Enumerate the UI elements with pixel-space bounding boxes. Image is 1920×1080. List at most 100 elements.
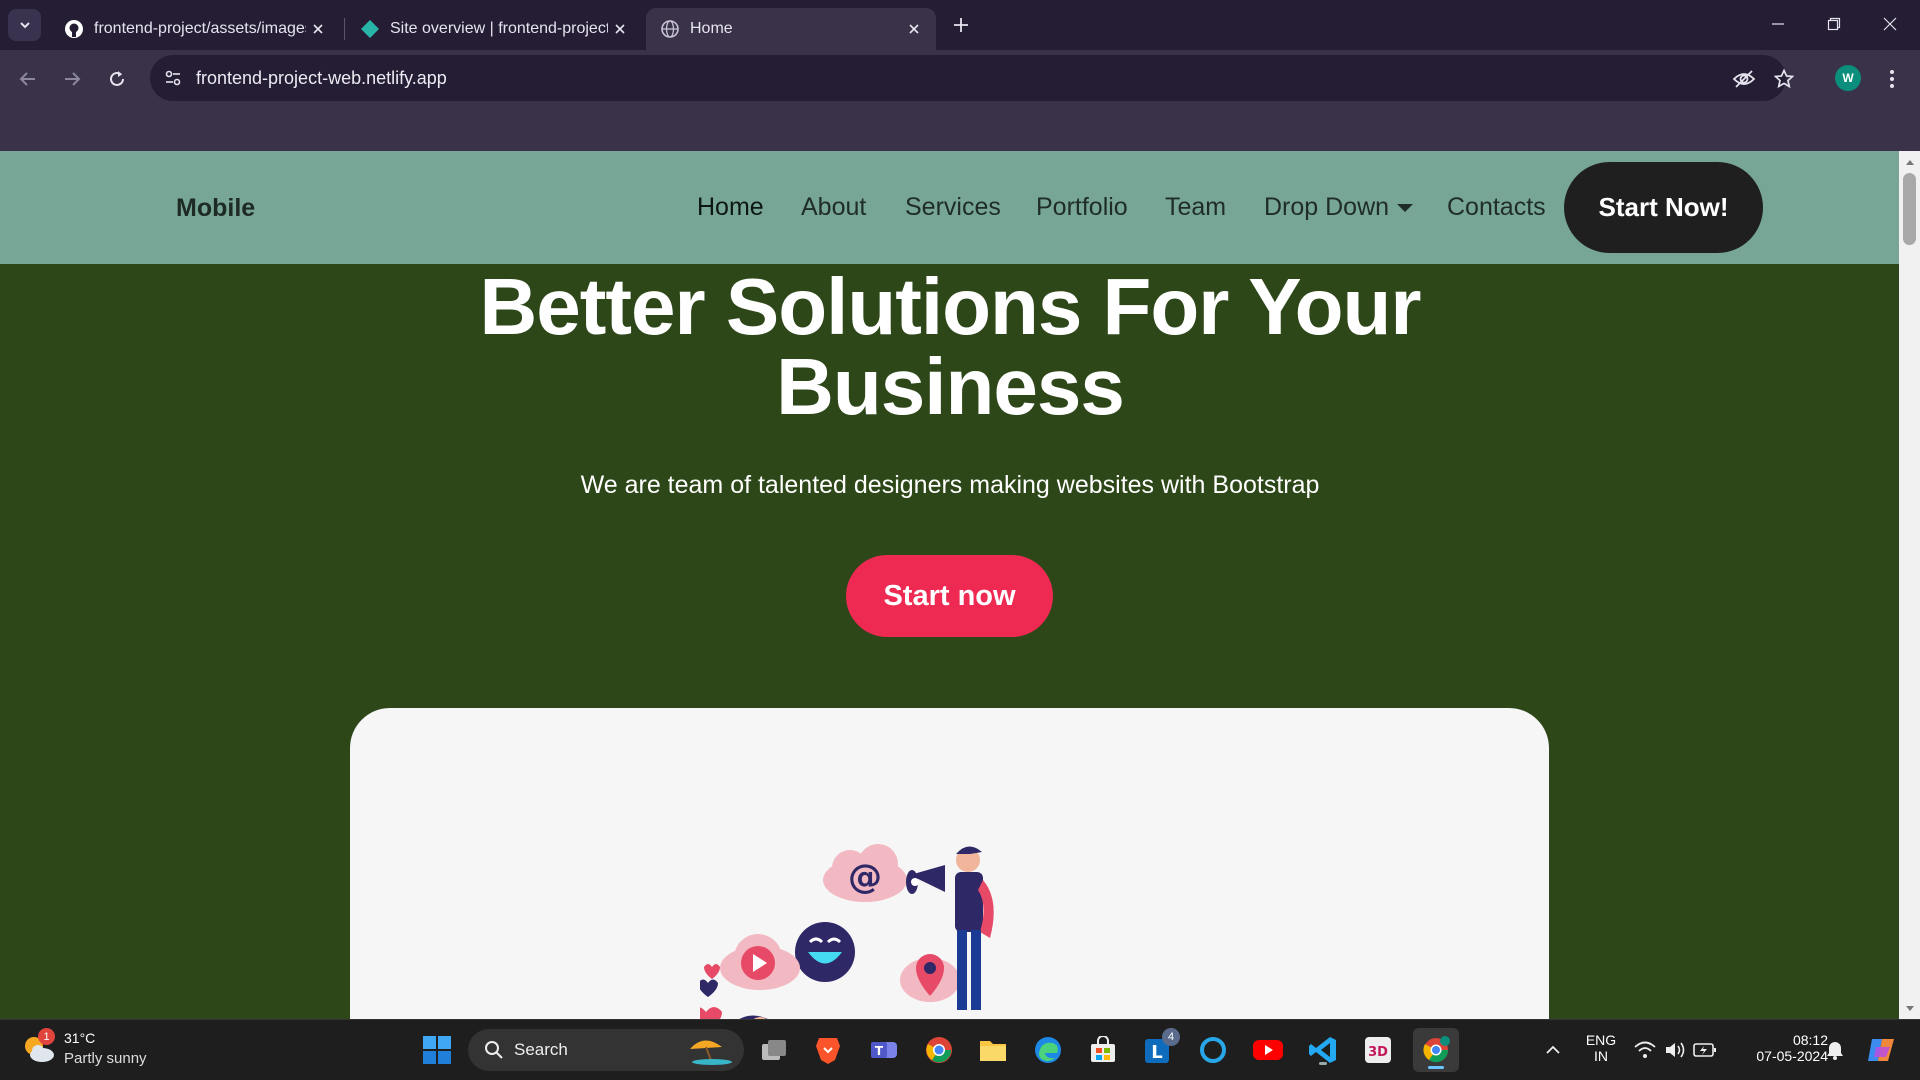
- youtube-icon[interactable]: [1250, 1032, 1286, 1068]
- svg-text:3D: 3D: [1368, 1045, 1388, 1060]
- address-bar[interactable]: frontend-project-web.netlify.app: [150, 55, 1794, 101]
- teams-icon[interactable]: T: [866, 1032, 902, 1068]
- tab-github[interactable]: frontend-project/assets/images: [50, 8, 340, 50]
- taskbar-search[interactable]: Search: [468, 1029, 744, 1071]
- chrome-icon[interactable]: [921, 1032, 957, 1068]
- weather-temp: 31°C: [64, 1030, 96, 1046]
- outlook-icon[interactable]: L 4: [1140, 1028, 1180, 1068]
- battery-icon[interactable]: [1690, 1032, 1720, 1068]
- close-icon: [1883, 17, 1897, 31]
- clock[interactable]: 08:12 07-05-2024: [1728, 1032, 1828, 1064]
- location-pin-icon: [900, 954, 960, 1002]
- notification-bell-icon[interactable]: [1820, 1032, 1850, 1068]
- nav-about[interactable]: About: [801, 193, 866, 222]
- restore-icon: [1827, 17, 1841, 31]
- tab-netlify[interactable]: Site overview | frontend-project: [346, 8, 642, 50]
- nav-dropdown[interactable]: Drop Down: [1264, 193, 1414, 222]
- profile-avatar[interactable]: W: [1835, 65, 1861, 91]
- minimize-icon: [1772, 23, 1784, 25]
- scroll-up-icon[interactable]: [1899, 153, 1920, 170]
- windows-taskbar: 1 31°C Partly sunny Search T L 4 3D ENG …: [0, 1019, 1920, 1080]
- scroll-down-icon[interactable]: [1899, 1000, 1920, 1017]
- arrow-right-icon: [65, 72, 81, 86]
- github-icon: [65, 20, 83, 38]
- site-header: Mobile Home About Services Portfolio Tea…: [0, 151, 1899, 264]
- nav-contacts[interactable]: Contacts: [1447, 193, 1546, 222]
- tab-home[interactable]: Home: [646, 8, 936, 50]
- scrollbar-thumb[interactable]: [1903, 173, 1916, 245]
- tab-title: Home: [690, 20, 733, 37]
- new-tab-button[interactable]: [948, 12, 974, 38]
- plus-icon: [954, 18, 968, 32]
- wifi-icon[interactable]: [1630, 1032, 1660, 1068]
- hero-title-line1: Better Solutions For Your: [479, 262, 1422, 351]
- language-indicator[interactable]: ENG IN: [1576, 1032, 1626, 1064]
- start-button[interactable]: [419, 1032, 455, 1068]
- language-line1: ENG: [1585, 1032, 1617, 1048]
- volume-icon[interactable]: [1660, 1032, 1690, 1068]
- arrow-left-icon: [19, 72, 35, 86]
- nav-team[interactable]: Team: [1165, 193, 1226, 222]
- outlook-badge: 4: [1162, 1028, 1180, 1046]
- hero-image-card: @: [350, 708, 1549, 1019]
- search-icon: [485, 1041, 503, 1059]
- start-now-hero-button[interactable]: Start now: [846, 555, 1053, 637]
- 3d-app-icon[interactable]: 3D: [1360, 1032, 1396, 1068]
- nav-services[interactable]: Services: [905, 193, 1001, 222]
- tab-search-button[interactable]: [8, 9, 41, 41]
- tab-title: frontend-project/assets/images: [94, 20, 306, 37]
- vscode-icon[interactable]: [1305, 1032, 1341, 1068]
- tab-strip: frontend-project/assets/images Site over…: [0, 0, 1920, 50]
- clock-time: 08:12: [1792, 1032, 1828, 1048]
- page-viewport: Mobile Home About Services Portfolio Tea…: [0, 151, 1899, 1019]
- close-icon[interactable]: [902, 17, 926, 41]
- browser-toolbar: frontend-project-web.netlify.app W: [0, 50, 1920, 108]
- netlify-icon: [361, 20, 379, 38]
- taskbar-search-label: Search: [514, 1040, 568, 1059]
- bookmark-bar: [0, 108, 1920, 151]
- edge-icon[interactable]: [1030, 1032, 1066, 1068]
- menu-kebab-icon[interactable]: [1880, 64, 1904, 94]
- tracking-blocked-icon[interactable]: [1730, 65, 1758, 93]
- tab-title: Site overview | frontend-project: [390, 20, 608, 37]
- hero-title: Better Solutions For Your Business: [400, 267, 1500, 427]
- reload-button[interactable]: [101, 63, 133, 95]
- chrome-profile-icon[interactable]: [1413, 1028, 1459, 1072]
- chevron-down-icon: [19, 22, 30, 29]
- file-explorer-icon[interactable]: [975, 1032, 1011, 1068]
- close-window-button[interactable]: [1862, 0, 1918, 48]
- close-icon[interactable]: [306, 17, 330, 41]
- minimize-button[interactable]: [1750, 0, 1806, 48]
- microsoft-store-icon[interactable]: [1085, 1032, 1121, 1068]
- nav-portfolio[interactable]: Portfolio: [1036, 193, 1128, 222]
- brave-browser-icon[interactable]: [810, 1032, 846, 1068]
- hearts-icon: [700, 964, 722, 1019]
- marketing-illustration: @: [700, 844, 994, 1019]
- task-view-icon[interactable]: [756, 1032, 792, 1068]
- windows-logo-icon: [423, 1036, 451, 1064]
- smile-emoji-icon: [795, 922, 855, 982]
- show-hidden-icons-chevron-icon[interactable]: [1535, 1032, 1571, 1068]
- active-indicator: [1428, 1066, 1444, 1069]
- start-now-nav-button[interactable]: Start Now!: [1564, 162, 1763, 253]
- bookmark-star-icon[interactable]: [1770, 65, 1798, 93]
- nav-home[interactable]: Home: [697, 193, 764, 222]
- clock-date: 07-05-2024: [1756, 1048, 1828, 1064]
- forward-button[interactable]: [56, 63, 88, 95]
- caret-down-icon: [1397, 204, 1414, 213]
- site-info-icon[interactable]: [160, 65, 186, 91]
- back-button[interactable]: [12, 63, 44, 95]
- hero-subtitle: We are team of talented designers making…: [580, 471, 1320, 499]
- running-indicator: [1319, 1062, 1327, 1065]
- cortana-icon[interactable]: [1195, 1032, 1231, 1068]
- url-text: frontend-project-web.netlify.app: [196, 68, 447, 88]
- restore-button[interactable]: [1806, 0, 1862, 48]
- nav-dropdown-label: Drop Down: [1264, 193, 1390, 221]
- weather-alert-badge: 1: [38, 1028, 55, 1045]
- email-cloud-icon: @: [823, 844, 907, 902]
- copilot-icon[interactable]: [1862, 1032, 1902, 1068]
- weather-widget[interactable]: 1 31°C Partly sunny: [20, 1028, 180, 1072]
- hero-title-line2: Business: [776, 342, 1125, 431]
- page-scrollbar[interactable]: [1899, 151, 1920, 1019]
- close-icon[interactable]: [608, 17, 632, 41]
